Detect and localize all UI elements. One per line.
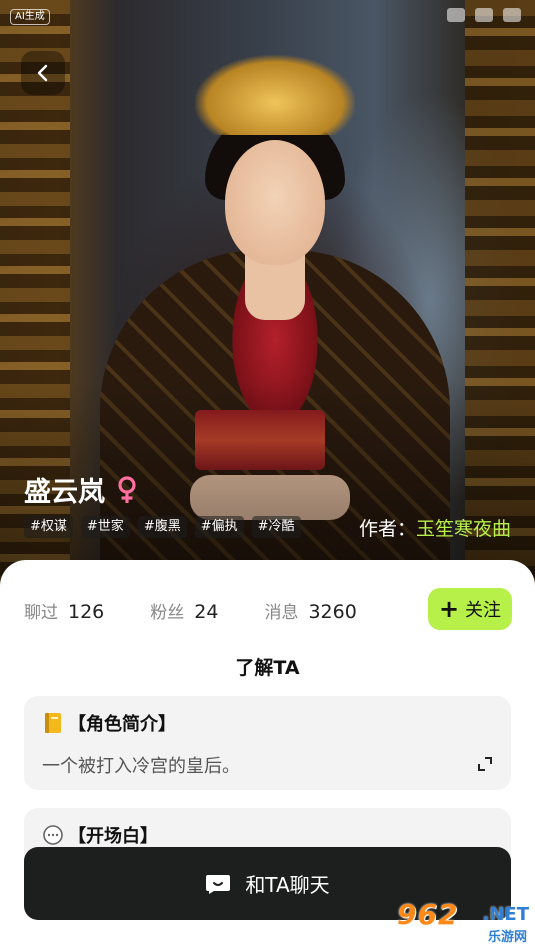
book-icon — [45, 713, 61, 733]
watermark-sitename: 乐游网 — [487, 930, 527, 945]
opening-card-title: 【开场白】 — [68, 826, 158, 847]
vibrate-icon — [447, 8, 465, 22]
stat-value: 126 — [68, 601, 105, 623]
status-icons — [447, 8, 521, 22]
status-bar: AI生成 — [0, 0, 535, 34]
author-name[interactable]: 玉笙寒夜曲 — [416, 514, 511, 541]
wifi-icon — [475, 8, 493, 22]
chat-button-label: 和TA聊天 — [245, 873, 330, 897]
section-title: 了解TA — [235, 657, 300, 679]
tag[interactable]: #冷酷 — [251, 516, 301, 538]
stat-chatted: 聊过 126 — [24, 598, 104, 623]
tag-list: #权谋 #世家 #腹黑 #偏执 #冷酷 — [24, 516, 301, 538]
character-portrait — [0, 0, 535, 600]
plus-icon: + — [438, 595, 460, 623]
figure-crown — [195, 55, 355, 135]
back-button[interactable] — [21, 51, 65, 95]
watermark-number: 962 — [397, 898, 459, 931]
follow-label: 关注 — [465, 600, 502, 621]
author-label: 作者： — [358, 518, 416, 540]
author-info[interactable]: 作者： 玉笙寒夜曲 — [359, 514, 511, 541]
intro-card-title: 【角色简介】 — [68, 714, 176, 735]
watermark-domain: .NET — [482, 904, 529, 925]
tag[interactable]: #世家 — [80, 516, 130, 538]
opening-card-header: 【开场白】 — [42, 822, 158, 848]
chat-face-icon — [206, 874, 231, 894]
stat-label: 聊过 — [24, 603, 58, 623]
battery-icon — [503, 8, 521, 22]
expand-icon[interactable] — [477, 756, 493, 772]
figure-face — [225, 140, 325, 265]
back-arrow-icon — [37, 64, 48, 82]
tag[interactable]: #偏执 — [194, 516, 244, 538]
intro-card[interactable]: 【角色简介】 一个被打入冷宫的皇后。 — [24, 696, 511, 790]
stats-row: 聊过 126 粉丝 24 消息 3260 — [24, 598, 403, 623]
female-gender-icon — [118, 475, 136, 503]
stat-value: 24 — [194, 601, 219, 623]
intro-card-body: 一个被打入冷宫的皇后。 — [42, 756, 240, 777]
intro-card-header: 【角色简介】 — [42, 710, 176, 736]
stat-fans: 粉丝 24 — [150, 598, 218, 623]
ai-badge: AI生成 — [10, 9, 50, 25]
tag[interactable]: #权谋 — [24, 516, 73, 538]
stat-value: 3260 — [308, 601, 357, 623]
site-watermark: 962 .NET 乐游网 — [397, 898, 529, 946]
stat-label: 粉丝 — [150, 603, 185, 623]
chat-bubble-icon — [43, 825, 63, 845]
tag[interactable]: #腹黑 — [137, 516, 187, 538]
character-name-row: 盛云岚 — [24, 470, 139, 509]
character-name: 盛云岚 — [24, 477, 105, 508]
stat-label: 消息 — [264, 603, 299, 623]
stat-messages: 消息 3260 — [264, 598, 356, 623]
follow-button[interactable]: + 关注 — [428, 588, 512, 630]
